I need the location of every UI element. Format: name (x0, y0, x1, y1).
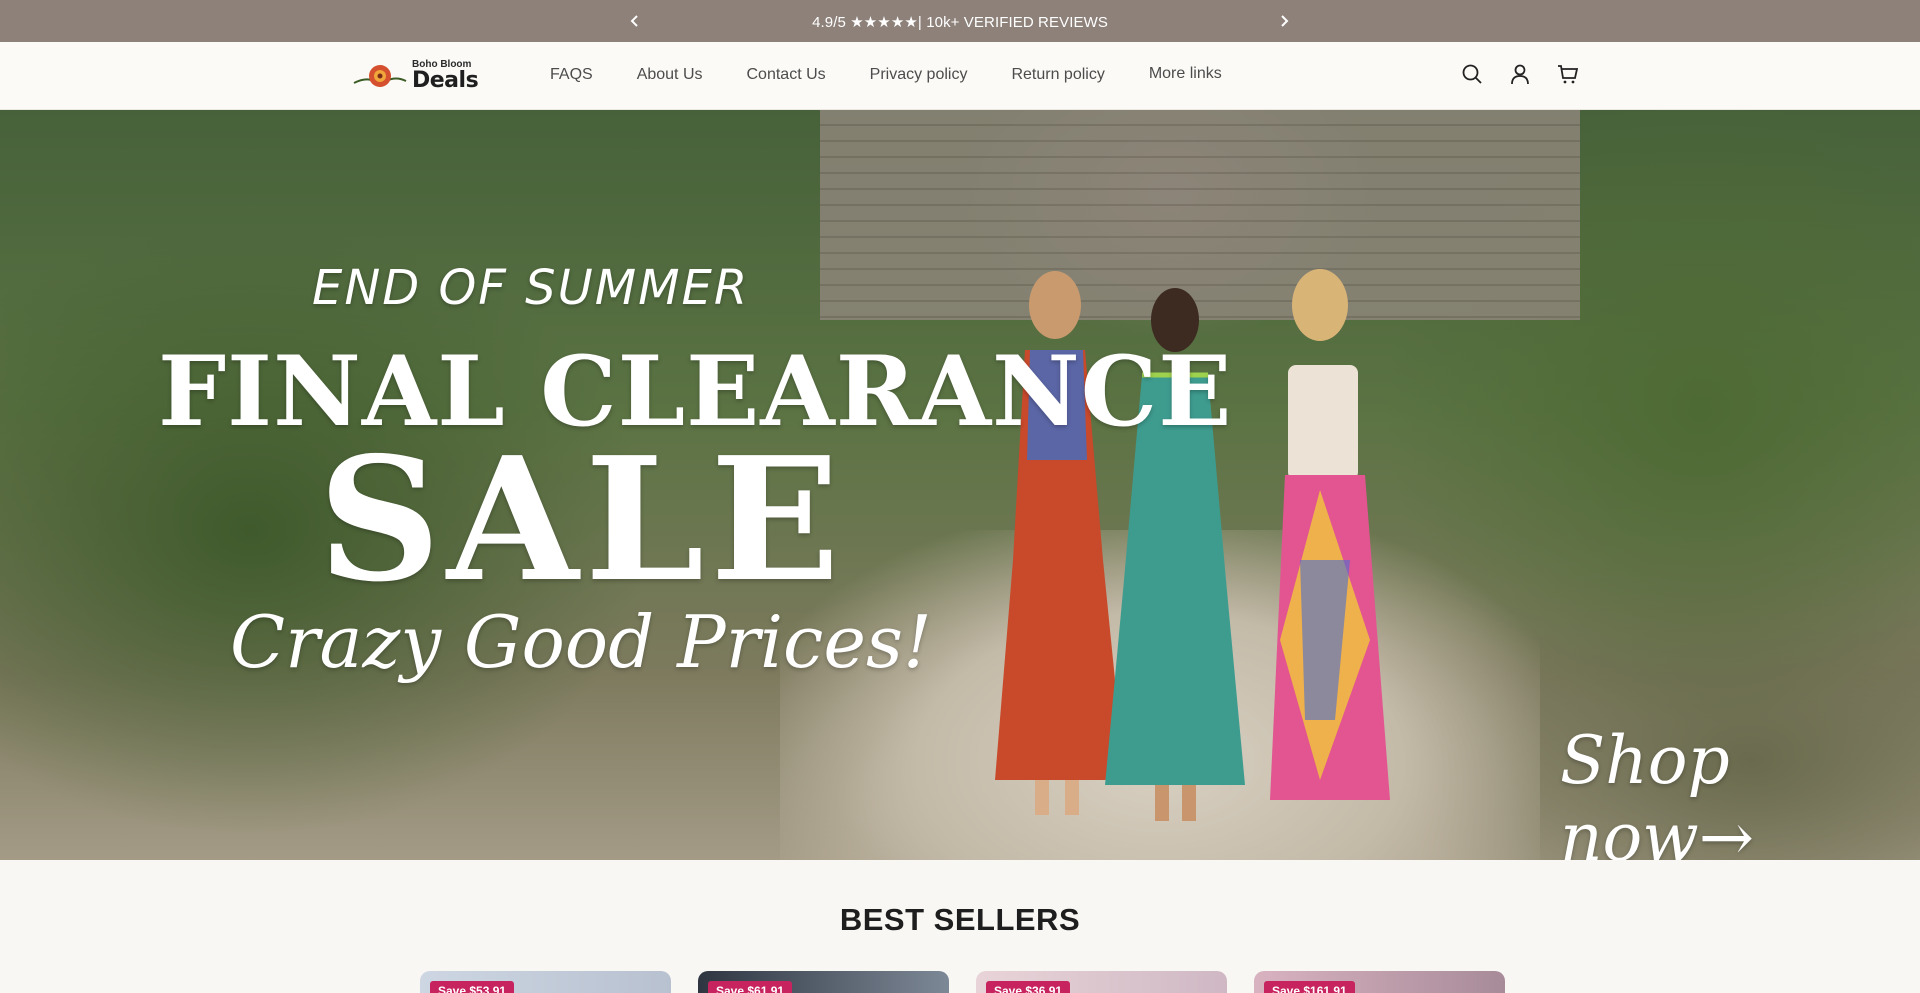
hero-banner[interactable]: END OF SUMMER FINAL CLEARANCE SALE Crazy… (0, 110, 1920, 860)
product-card[interactable]: Save $36.91 (976, 971, 1227, 993)
main-nav: FAQS About Us Contact Us Privacy policy … (550, 65, 1266, 84)
cart-icon (1558, 65, 1579, 84)
hero-subheading: END OF SUMMER (312, 260, 750, 316)
hero-tagline: Crazy Good Prices! (230, 600, 932, 684)
nav-return-policy[interactable]: Return policy (1011, 66, 1104, 84)
announcement-text: 4.9/5 ★★★★★| 10k+ VERIFIED REVIEWS (812, 14, 1108, 31)
announcement-bar: 4.9/5 ★★★★★| 10k+ VERIFIED REVIEWS (0, 0, 1920, 42)
sale-badge: Save $36.91 (986, 981, 1071, 993)
account-button[interactable] (1508, 62, 1532, 86)
header-icons (1460, 62, 1580, 86)
product-card[interactable]: Save $161.91 (1254, 971, 1505, 993)
nav-faqs[interactable]: FAQS (550, 66, 593, 84)
best-sellers-grid: Save $53.91 Save $61.91 Save $36.91 Save… (420, 971, 1505, 993)
search-button[interactable] (1460, 62, 1484, 86)
sale-badge: Save $53.91 (430, 981, 515, 993)
sale-badge: Save $161.91 (1264, 981, 1355, 993)
next-announcement-button[interactable] (1273, 10, 1295, 32)
search-icon (1462, 64, 1482, 84)
hero-sale-text: SALE (318, 420, 846, 620)
product-card[interactable]: Save $53.91 (420, 971, 671, 993)
nav-contact-us[interactable]: Contact Us (747, 66, 826, 84)
product-card[interactable]: Save $61.91 (698, 971, 949, 993)
cart-button[interactable] (1556, 62, 1580, 86)
best-sellers-title: BEST SELLERS (839, 902, 1081, 937)
nav-more-links[interactable]: More links (1149, 65, 1222, 83)
logo-main-text: Deals (412, 68, 479, 93)
flower-logo-icon (352, 59, 408, 93)
logo[interactable]: Boho Bloom Deals (352, 58, 479, 94)
sale-badge: Save $61.91 (708, 981, 793, 993)
model-image (1270, 269, 1390, 800)
site-header: Boho Bloom Deals FAQS About Us Contact U… (0, 42, 1920, 110)
nav-about-us[interactable]: About Us (637, 66, 703, 84)
nav-privacy-policy[interactable]: Privacy policy (870, 66, 968, 84)
chevron-right-icon (1281, 15, 1289, 27)
user-icon (1511, 64, 1529, 85)
shop-now-link[interactable]: Shop now→ (1560, 722, 1920, 860)
